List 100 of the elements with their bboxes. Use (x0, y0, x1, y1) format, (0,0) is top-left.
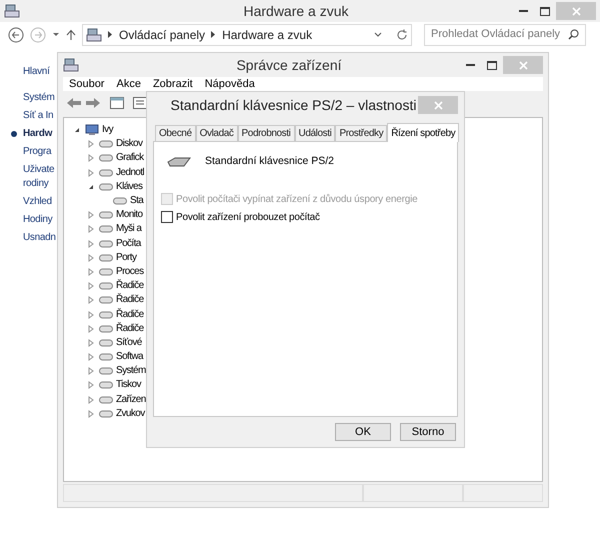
expand-arrow-icon[interactable] (87, 353, 95, 362)
minimize-icon (518, 10, 528, 12)
back-icon (8, 26, 24, 42)
tree-item-label[interactable]: Zařízen (116, 394, 146, 405)
expand-arrow-icon[interactable] (87, 211, 95, 220)
collapse-arrow-icon[interactable] (73, 126, 81, 134)
expand-arrow-icon[interactable] (87, 140, 95, 148)
tree-item-label[interactable]: Proces (116, 266, 144, 277)
refresh-icon[interactable] (396, 28, 408, 40)
sidebar-link[interactable]: Hardw (23, 127, 52, 141)
sidebar-link[interactable]: Usnadn (23, 231, 56, 245)
tab[interactable]: Obecné (155, 125, 196, 141)
chevron-right-icon (211, 31, 216, 38)
tree-item-label[interactable]: Ivy (102, 125, 113, 136)
close-button[interactable] (418, 96, 458, 114)
chevron-right-icon (108, 31, 113, 38)
sidebar-link[interactable]: Progra (23, 145, 52, 159)
tree-item-label[interactable]: Porty (116, 252, 136, 263)
checkbox-label: Povolit zařízení probouzet počítač (176, 210, 320, 225)
tree-item-label[interactable]: Diskov (116, 139, 142, 150)
close-icon (572, 6, 580, 16)
window-title: Hardware a zvuk (242, 2, 350, 20)
expand-arrow-icon[interactable] (87, 268, 95, 276)
tree-item-label[interactable]: Počíta (116, 238, 141, 249)
close-icon (518, 60, 528, 70)
expand-arrow-icon[interactable] (87, 367, 95, 376)
device-name: Standardní klávesnice PS/2 (205, 154, 334, 169)
address-bar[interactable]: Ovládací panely Hardware a zvuk (82, 24, 412, 46)
breadcrumb-item[interactable]: Ovládací panely (119, 26, 206, 44)
tree-item-label[interactable]: Monito (116, 210, 142, 220)
menu-item[interactable]: Zobrazit (152, 76, 193, 92)
tree-item-label[interactable]: Jednotl (116, 168, 144, 178)
computer-icon (4, 4, 20, 18)
dropdown-icon[interactable] (52, 32, 60, 38)
tree-item-label[interactable]: Řadiče (116, 281, 144, 292)
checkbox-label: Povolit počítači vypínat zařízení z důvodu úspory energie (176, 192, 418, 207)
tree-item-label[interactable]: Tiskov (116, 380, 141, 390)
maximize-icon (540, 6, 550, 16)
tab[interactable]: Prostředky (335, 125, 388, 141)
dialog-title: Standardní klávesnice PS/2 – vlastnosti (170, 96, 418, 114)
expand-arrow-icon[interactable] (87, 338, 95, 347)
tab[interactable]: Události (294, 125, 336, 141)
sidebar-link[interactable]: Vzhled (23, 195, 52, 209)
tree-item-label[interactable]: Softwa (116, 352, 143, 362)
sidebar-link[interactable]: Uživate (23, 163, 54, 177)
expand-arrow-icon[interactable] (87, 254, 95, 262)
tree-item-label[interactable]: Řadiče (116, 324, 144, 334)
close-icon (434, 100, 442, 110)
breadcrumb-item[interactable]: Hardware a zvuk (222, 26, 312, 44)
expand-arrow-icon[interactable] (87, 381, 95, 390)
checkbox[interactable] (161, 211, 173, 224)
back-button[interactable] (8, 26, 24, 42)
forward-icon (30, 26, 46, 42)
expand-arrow-icon[interactable] (87, 168, 95, 177)
minimize-icon (466, 64, 474, 66)
tree-item-label[interactable]: Grafick (116, 153, 144, 164)
expand-arrow-icon[interactable] (87, 324, 95, 333)
expand-arrow-icon[interactable] (87, 225, 95, 234)
menu-item[interactable]: Akce (116, 76, 141, 92)
list-icon[interactable] (133, 97, 147, 109)
expand-arrow-icon[interactable] (87, 396, 95, 404)
tab[interactable]: Řízení spotřeby (387, 123, 460, 142)
tree-item-label[interactable]: Kláves (116, 182, 142, 192)
expand-arrow-icon[interactable] (87, 240, 95, 248)
tree-item-label[interactable]: Řadiče (116, 310, 144, 320)
menu-item[interactable]: Nápověda (204, 76, 255, 92)
expand-arrow-icon[interactable] (87, 282, 95, 290)
sidebar-link[interactable]: Hodiny (23, 213, 52, 227)
tree-item-label[interactable]: Řadiče (116, 295, 144, 306)
menu-item[interactable]: Soubor (69, 76, 104, 92)
tree-item-label[interactable]: Sta (130, 196, 144, 206)
tree-item-label[interactable]: Síťové (116, 338, 142, 348)
tab[interactable]: Podrobnosti (238, 125, 294, 141)
expand-arrow-icon[interactable] (87, 410, 95, 418)
tree-item-label[interactable]: Zvukov (116, 408, 145, 419)
ok-button[interactable]: OK (335, 423, 391, 441)
back-arrow-icon[interactable] (66, 97, 82, 109)
expand-arrow-icon[interactable] (87, 296, 95, 304)
sidebar-link[interactable]: Síť a In (23, 109, 54, 123)
window-title: Správce zařízení (235, 56, 343, 75)
up-arrow-icon[interactable] (66, 28, 76, 40)
chevron-down-icon[interactable] (374, 32, 382, 37)
maximize-icon (487, 60, 497, 70)
device-icon (85, 124, 99, 136)
properties-icon[interactable] (110, 97, 124, 109)
forward-arrow-icon[interactable] (85, 97, 101, 109)
tree-item-label[interactable]: Myši a (116, 224, 142, 234)
collapse-arrow-icon[interactable] (87, 182, 95, 191)
tab[interactable]: Ovladač (196, 125, 238, 141)
cancel-button[interactable]: Storno (400, 423, 456, 441)
sidebar-link[interactable]: Systém (23, 91, 55, 105)
expand-arrow-icon[interactable] (87, 310, 95, 319)
computer-icon (63, 58, 79, 72)
forward-button[interactable] (30, 26, 46, 42)
search-field[interactable]: Prohledat Ovládací panely (424, 24, 586, 46)
sidebar-link[interactable]: Hlavní (23, 65, 50, 79)
computer-icon (86, 28, 102, 42)
expand-arrow-icon[interactable] (87, 154, 95, 162)
sidebar-link[interactable]: rodiny (23, 177, 54, 191)
tree-item-label[interactable]: Systém (116, 366, 146, 376)
